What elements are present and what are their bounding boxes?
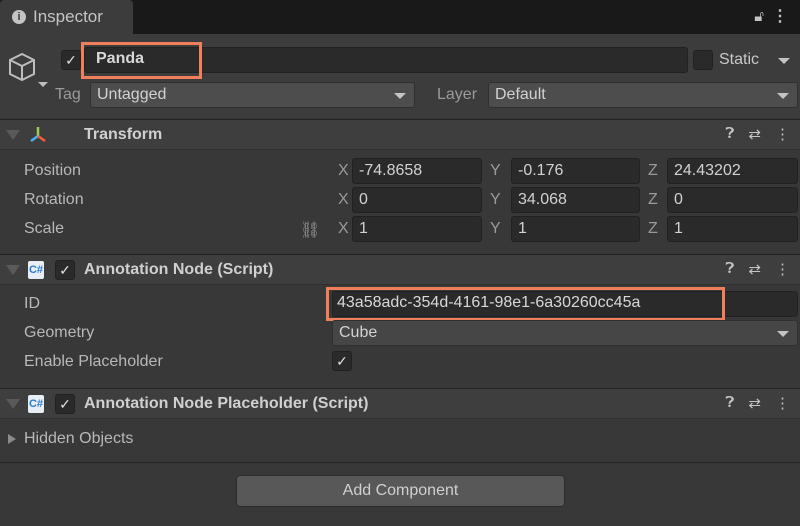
name-highlight[interactable]: Panda [81,42,202,79]
scale-label: Scale [24,220,65,237]
layer-dropdown[interactable]: Default [488,82,798,108]
add-component-button[interactable]: Add Component [236,475,565,507]
help-icon[interactable]: ❓︎ [725,260,734,278]
tag-dropdown[interactable]: Untagged [90,82,415,108]
static-label: Static [719,51,760,68]
axis-z-label[interactable]: Z [648,162,658,180]
scale-x-field[interactable]: 1 [352,216,482,242]
rotation-y-field[interactable]: 34.068 [511,187,640,213]
enable-placeholder-checkbox[interactable]: ✓ [332,351,352,371]
layer-label: Layer [437,86,478,103]
cube-icon[interactable] [8,50,48,95]
hidden-objects-foldout[interactable]: Hidden Objects [24,430,133,448]
axis-y-label[interactable]: Y [490,220,501,238]
tab-inspector[interactable]: i Inspector [0,0,133,34]
scale-y-field[interactable]: 1 [511,216,640,242]
enable-placeholder-label: Enable Placeholder [24,353,163,370]
position-x-field[interactable]: -74.8658 [352,158,482,184]
csharp-script-icon: C# [28,261,44,279]
collapse-icon[interactable] [6,130,20,140]
component-title: Transform [84,126,163,143]
axis-z-label[interactable]: Z [648,191,658,209]
rotation-z-field[interactable]: 0 [667,187,798,213]
annotation-placeholder-header[interactable]: C# ✓ Annotation Node Placeholder (Script… [0,388,800,419]
component-enabled-checkbox[interactable]: ✓ [55,394,75,414]
axis-x-label[interactable]: X [338,220,349,238]
position-y-field[interactable]: -0.176 [511,158,640,184]
transform-icon [30,127,46,143]
axis-x-label[interactable]: X [338,191,349,209]
preset-icon[interactable]: ⇄ [748,394,761,412]
divider [0,462,800,463]
tag-label: Tag [55,86,81,103]
csharp-script-icon: C# [28,395,44,413]
expand-icon[interactable] [8,434,16,444]
component-title: Annotation Node (Script) [84,261,274,278]
tab-label: Inspector [33,7,103,26]
position-label: Position [24,162,81,179]
constrain-proportions-icon[interactable]: ⛓︎ [300,220,320,240]
axis-y-label[interactable]: Y [490,191,501,209]
position-z-field[interactable]: 24.43202 [667,158,798,184]
lock-icon[interactable]: 🔓︎ [754,8,764,25]
more-icon[interactable]: ⋮ [775,260,790,278]
collapse-icon[interactable] [6,399,20,409]
more-icon[interactable]: ⋮ [772,6,788,26]
geometry-label: Geometry [24,324,95,341]
rotation-label: Rotation [24,191,84,208]
geometry-dropdown[interactable]: Cube [332,320,798,346]
more-icon[interactable]: ⋮ [775,394,790,412]
more-icon[interactable]: ⋮ [775,125,790,143]
axis-x-label[interactable]: X [338,162,349,180]
id-value-highlight[interactable]: 43a58adc-354d-4161-98e1-6a30260cc45a [326,287,725,321]
preset-icon[interactable]: ⇄ [748,125,761,143]
component-enabled-checkbox[interactable]: ✓ [55,260,75,280]
annotation-node-header[interactable]: C# ✓ Annotation Node (Script) ❓︎ ⇄ ⋮ [0,254,800,285]
static-dropdown-icon[interactable] [778,58,790,64]
id-label: ID [24,295,40,312]
help-icon[interactable]: ❓︎ [725,125,734,143]
scale-z-field[interactable]: 1 [667,216,798,242]
axis-z-label[interactable]: Z [648,220,658,238]
help-icon[interactable]: ❓︎ [725,394,734,412]
transform-header[interactable]: Transform ❓︎ ⇄ ⋮ [0,119,800,150]
axis-y-label[interactable]: Y [490,162,501,180]
info-icon: i [12,10,26,24]
rotation-x-field[interactable]: 0 [352,187,482,213]
active-checkbox[interactable]: ✓ [61,50,81,70]
preset-icon[interactable]: ⇄ [748,260,761,278]
collapse-icon[interactable] [6,265,20,275]
component-title: Annotation Node Placeholder (Script) [84,395,369,412]
static-checkbox[interactable] [693,50,713,70]
